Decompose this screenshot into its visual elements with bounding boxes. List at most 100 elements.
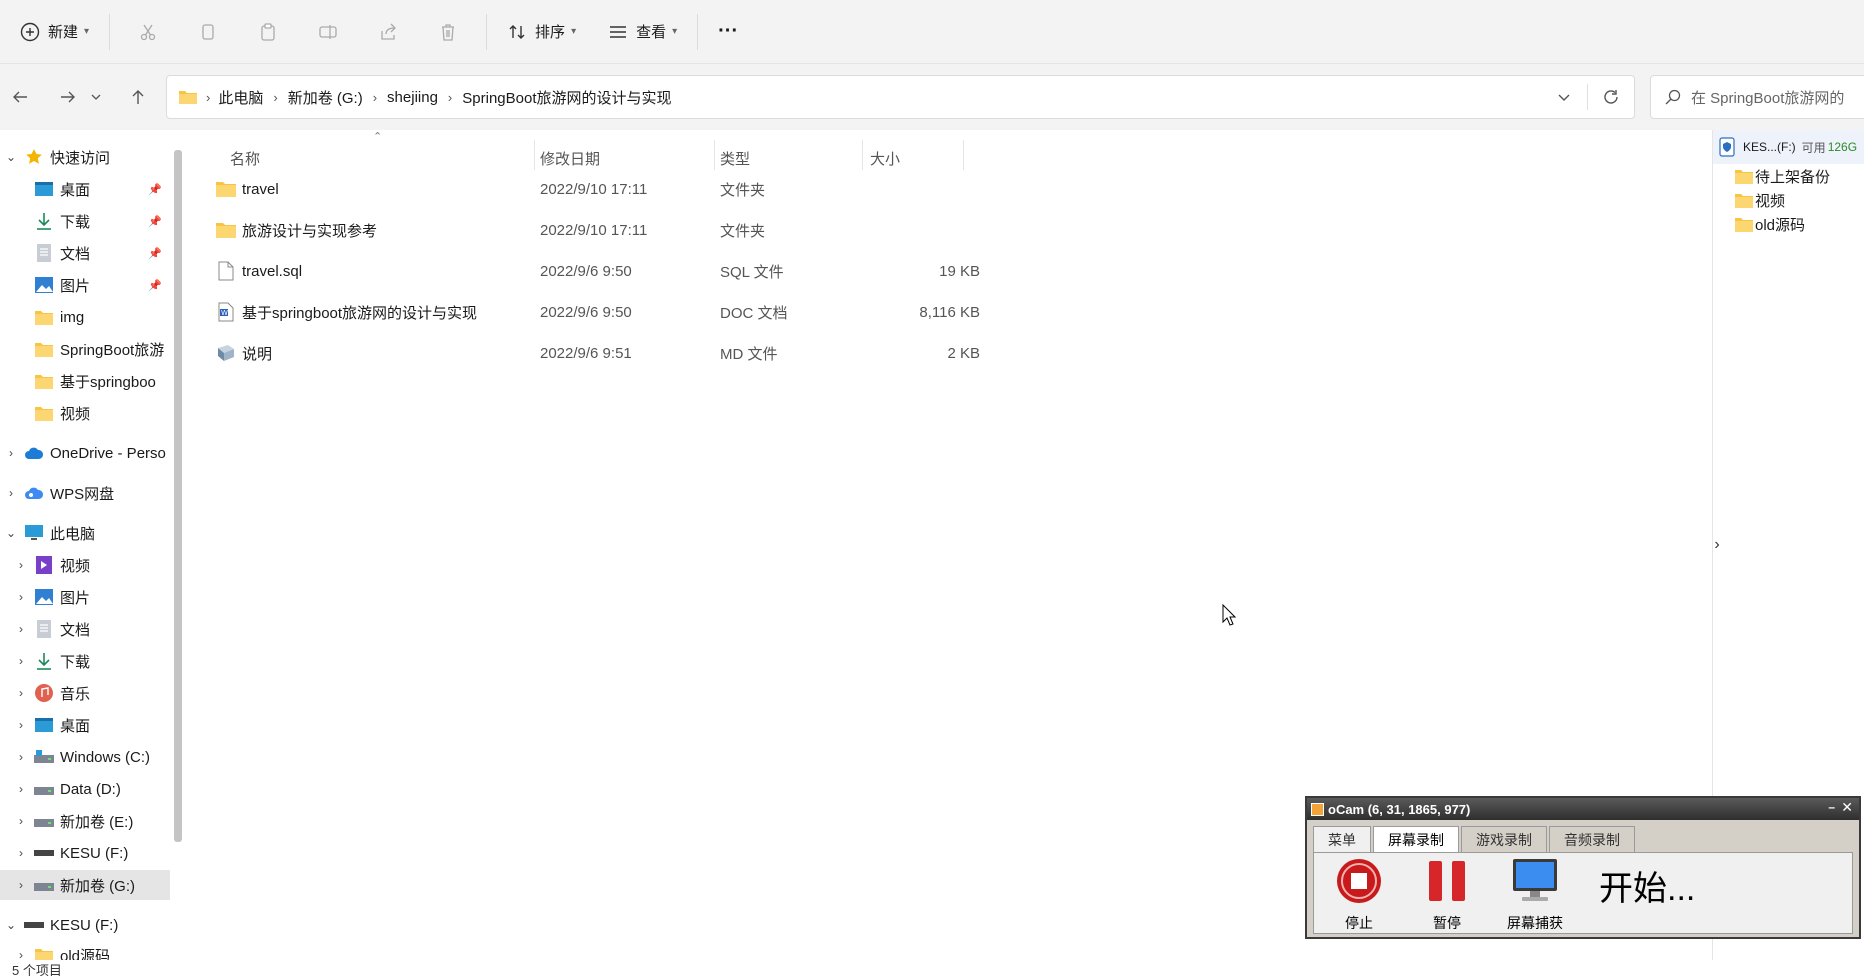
file-type: 文件夹 bbox=[720, 222, 766, 240]
sidebar-item-springboot-doc-folder[interactable]: 基于springboo bbox=[0, 366, 170, 396]
sidebar-item-pc-pictures[interactable]: › 图片 bbox=[0, 582, 170, 612]
panel-folder-label: 视频 bbox=[1755, 192, 1786, 210]
tab-screen-record[interactable]: 屏幕录制 bbox=[1373, 826, 1459, 852]
tab-game-record[interactable]: 游戏录制 bbox=[1461, 826, 1547, 852]
sidebar-item-label: old源码 bbox=[60, 947, 111, 961]
search-input[interactable]: 在 SpringBoot旅游网的 bbox=[1650, 75, 1864, 119]
chevron-right-icon: › bbox=[19, 558, 23, 572]
column-divider[interactable] bbox=[714, 140, 715, 170]
breadcrumb-item[interactable]: 新加卷 (G:) bbox=[288, 87, 363, 108]
stop-button[interactable]: 停止 bbox=[1324, 857, 1394, 931]
breadcrumb-item[interactable]: SpringBoot旅游网的设计与实现 bbox=[462, 87, 671, 108]
arrow-right-icon bbox=[61, 91, 75, 103]
tab-menu[interactable]: 菜单 bbox=[1313, 826, 1371, 852]
cloud-icon bbox=[24, 443, 44, 463]
sidebar-item-wps[interactable]: › WPS网盘 bbox=[0, 478, 170, 508]
copy-button[interactable] bbox=[178, 10, 238, 54]
toolbar-divider bbox=[109, 13, 111, 50]
delete-button[interactable] bbox=[418, 10, 478, 54]
file-type: DOC 文档 bbox=[720, 304, 788, 322]
column-divider[interactable] bbox=[963, 140, 964, 170]
rename-button[interactable] bbox=[298, 10, 358, 54]
sidebar-item-quick-access[interactable]: ⌄ 快速访问 bbox=[0, 142, 170, 172]
panel-folder[interactable]: 待上架备份 bbox=[1735, 164, 1830, 188]
breadcrumb-item[interactable]: 此电脑 bbox=[218, 87, 263, 108]
file-row[interactable]: 说明 2022/9/6 9:51 MD 文件 2 KB bbox=[210, 333, 980, 373]
chevron-down-icon bbox=[1558, 94, 1570, 101]
sidebar-item-pc-documents[interactable]: › 文档 bbox=[0, 614, 170, 644]
cut-button[interactable] bbox=[118, 10, 178, 54]
folder-icon bbox=[216, 210, 236, 250]
file-date: 2022/9/6 9:50 bbox=[540, 303, 632, 321]
sidebar-item-downloads[interactable]: 下载 📌 bbox=[0, 206, 170, 236]
file-row[interactable]: W 基于springboot旅游网的设计与实现 2022/9/6 9:50 DO… bbox=[210, 292, 980, 332]
file-size: 2 KB bbox=[947, 344, 980, 362]
ocam-titlebar[interactable]: oCam (6, 31, 1865, 977) – ✕ bbox=[1307, 798, 1859, 820]
sidebar-item-springboot-folder[interactable]: SpringBoot旅游 bbox=[0, 334, 170, 364]
paste-button[interactable] bbox=[238, 10, 298, 54]
forward-button[interactable] bbox=[50, 77, 86, 117]
back-button[interactable] bbox=[2, 77, 38, 117]
sidebar-item-label: 文档 bbox=[60, 245, 91, 263]
tab-audio-record[interactable]: 音频录制 bbox=[1549, 826, 1635, 852]
sidebar-item-pc-music[interactable]: › 音乐 bbox=[0, 678, 170, 708]
sidebar-item-documents[interactable]: 文档 📌 bbox=[0, 238, 170, 268]
recent-locations-button[interactable] bbox=[86, 77, 106, 117]
sidebar-item-pc-desktop[interactable]: › 桌面 bbox=[0, 710, 170, 740]
pause-icon bbox=[1429, 861, 1465, 901]
drive-info[interactable]: KES...(F:) 可用 126G bbox=[1713, 130, 1864, 164]
breadcrumb-item[interactable]: shejiing bbox=[387, 89, 438, 106]
pin-icon: 📌 bbox=[148, 247, 162, 260]
toolbar-divider bbox=[697, 13, 699, 50]
panel-folder[interactable]: old源码 bbox=[1735, 212, 1805, 236]
sort-button[interactable]: 排序 ▾ bbox=[495, 10, 588, 54]
sidebar-item-old-source[interactable]: › old源码 bbox=[0, 940, 170, 960]
new-button[interactable]: 新建 ▾ bbox=[8, 10, 101, 54]
column-header-label: 大小 bbox=[870, 150, 901, 168]
file-row[interactable]: travel 2022/9/10 17:11 文件夹 bbox=[210, 169, 980, 209]
minimize-button[interactable]: – bbox=[1828, 800, 1835, 814]
column-divider[interactable] bbox=[534, 140, 535, 170]
panel-folder[interactable]: 视频 bbox=[1735, 188, 1785, 212]
sidebar-item-drive-g[interactable]: › 新加卷 (G:) bbox=[0, 870, 170, 900]
file-name: 基于springboot旅游网的设计与实现 bbox=[242, 304, 478, 322]
document-icon bbox=[34, 243, 54, 263]
refresh-button[interactable] bbox=[1588, 88, 1634, 106]
sidebar-item-this-pc[interactable]: ⌄ 此电脑 bbox=[0, 518, 170, 548]
view-button[interactable]: 查看 ▾ bbox=[596, 10, 689, 54]
sidebar-item-pc-videos[interactable]: › 视频 bbox=[0, 550, 170, 580]
more-options-button[interactable]: ··· bbox=[706, 10, 750, 54]
address-bar[interactable]: › 此电脑 › 新加卷 (G:) › shejiing › SpringBoot… bbox=[166, 75, 1635, 119]
chevron-right-icon[interactable]: › bbox=[1707, 530, 1727, 560]
pause-button[interactable]: 暂停 bbox=[1412, 857, 1482, 931]
chevron-right-icon: › bbox=[9, 446, 13, 460]
file-row[interactable]: travel.sql 2022/9/6 9:50 SQL 文件 19 KB bbox=[210, 251, 980, 291]
panel-folder-label: 待上架备份 bbox=[1755, 168, 1831, 186]
file-row[interactable]: 旅游设计与实现参考 2022/9/10 17:11 文件夹 bbox=[210, 210, 980, 250]
sidebar-item-drive-e[interactable]: › 新加卷 (E:) bbox=[0, 806, 170, 836]
share-button[interactable] bbox=[358, 10, 418, 54]
sidebar-item-label: 文档 bbox=[60, 621, 91, 639]
column-header-label: 修改日期 bbox=[540, 150, 601, 168]
ocam-title: oCam (6, 31, 1865, 977) bbox=[1328, 801, 1471, 817]
sidebar-item-drive-d[interactable]: › Data (D:) bbox=[0, 774, 170, 804]
sidebar-scrollbar[interactable] bbox=[174, 150, 182, 842]
close-button[interactable]: ✕ bbox=[1841, 799, 1853, 816]
column-divider[interactable] bbox=[862, 140, 863, 170]
sidebar-item-kesu[interactable]: ⌄ KESU (F:) bbox=[0, 910, 170, 940]
sidebar-item-pictures[interactable]: 图片 📌 bbox=[0, 270, 170, 300]
sort-icon bbox=[509, 24, 525, 39]
sidebar-item-drive-f[interactable]: › KESU (F:) bbox=[0, 838, 170, 868]
ocam-tabs: 菜单 屏幕录制 游戏录制 音频录制 bbox=[1313, 826, 1637, 852]
sidebar-item-desktop[interactable]: 桌面 📌 bbox=[0, 174, 170, 204]
up-button[interactable] bbox=[120, 77, 156, 117]
sidebar-item-videos-folder[interactable]: 视频 bbox=[0, 398, 170, 428]
sidebar-item-label: 新加卷 (G:) bbox=[60, 877, 135, 895]
sidebar-item-img[interactable]: img bbox=[0, 302, 170, 332]
sidebar-item-onedrive[interactable]: › OneDrive - Perso bbox=[0, 438, 170, 468]
screen-capture-button[interactable]: 屏幕捕获 bbox=[1500, 857, 1570, 931]
address-history-button[interactable] bbox=[1541, 90, 1587, 104]
sidebar-item-drive-c[interactable]: › Windows (C:) bbox=[0, 742, 170, 772]
sidebar-item-pc-downloads[interactable]: › 下载 bbox=[0, 646, 170, 676]
chevron-right-icon: › bbox=[19, 654, 23, 668]
